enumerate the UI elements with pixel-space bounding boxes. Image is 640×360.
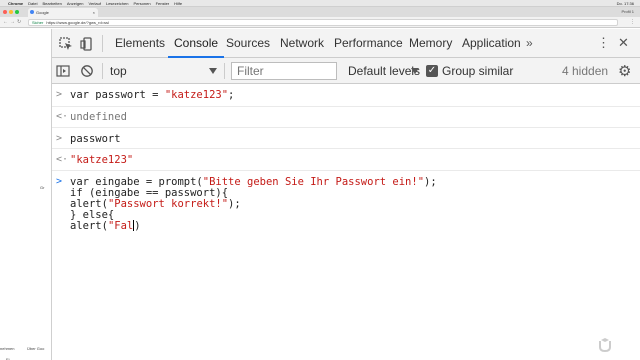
menu-item-personen[interactable]: Personen <box>133 1 150 6</box>
console-result-row: <· undefined <box>52 107 640 128</box>
page-link-fragment[interactable]: nehmen <box>0 346 14 351</box>
code-text: ); <box>228 198 241 210</box>
url-text: https://www.google.de/?gws_rd=ssl <box>46 20 109 25</box>
chrome-menu-icon[interactable]: ⋮ <box>630 19 635 25</box>
menu-item-lesezeichen[interactable]: Lesezeichen <box>106 1 128 6</box>
console-prompt[interactable]: > var eingabe = prompt("Bitte geben Sie … <box>52 171 640 232</box>
code-text: var passwort = <box>70 89 165 101</box>
page-link-fragment[interactable]: Über Goo <box>27 346 44 351</box>
zoom-window-icon[interactable] <box>15 10 19 14</box>
tab-sources[interactable]: Sources <box>226 29 270 58</box>
console-settings-gear-icon[interactable]: ⚙ <box>618 62 631 80</box>
tab-performance[interactable]: Performance <box>334 29 403 58</box>
watermark-logo <box>596 336 634 354</box>
device-toolbar-icon[interactable] <box>80 37 94 51</box>
browser-tab-strip: Google × Profil 1 <box>0 7 640 17</box>
reload-icon[interactable]: ↻ <box>17 19 21 25</box>
minimize-window-icon[interactable] <box>9 10 13 14</box>
menu-item-datei[interactable]: Datei <box>28 1 37 6</box>
macos-menu-bar: Chrome Datei Bearbeiten Anzeigen Verlauf… <box>0 0 640 7</box>
toolbar-divider <box>102 35 103 52</box>
profile-button[interactable]: Profil 1 <box>622 9 634 14</box>
browser-toolbar: ← → ↻ Sicher https://www.google.de/?gws_… <box>0 17 640 28</box>
chevron-down-icon[interactable] <box>209 68 217 74</box>
console-result: undefined <box>70 111 127 123</box>
menu-item-fenster[interactable]: Fenster <box>156 1 170 6</box>
menubar-clock[interactable]: Do. 17:36 <box>617 1 634 6</box>
page-text-fragment: Gr <box>40 185 45 190</box>
code-text: alert( <box>70 220 108 232</box>
devtools-menu-icon[interactable]: ⋮ <box>597 36 610 50</box>
code-string: "Passwort korrekt!" <box>107 198 229 210</box>
code-string: "katze123" <box>164 89 229 101</box>
code-string: "Bitte geben Sie Ihr Passwort ein!" <box>202 176 425 188</box>
devtools-panel: Elements Console Sources Network Perform… <box>52 29 640 360</box>
devtools-tab-bar: Elements Console Sources Network Perform… <box>52 29 640 58</box>
tab-elements[interactable]: Elements <box>115 29 165 58</box>
toolbar-divider <box>224 63 225 79</box>
code-string: "Fal <box>107 220 134 232</box>
code-text: ; <box>228 89 235 101</box>
show-sidebar-icon[interactable] <box>56 64 70 78</box>
console-result-row: <· "katze123" <box>52 149 640 171</box>
result-arrow-icon: <· <box>56 111 69 122</box>
filter-input[interactable]: Filter <box>231 62 337 80</box>
input-prompt-icon: > <box>56 176 63 187</box>
browser-tab-google[interactable]: Google × <box>28 8 98 17</box>
console-code: var passwort = "katze123"; <box>70 89 234 101</box>
menu-item-verlauf[interactable]: Verlauf <box>89 1 101 6</box>
console-input-row: > var passwort = "katze123"; <box>52 84 640 107</box>
menu-item-hilfe[interactable]: Hilfe <box>174 1 182 6</box>
console-output[interactable]: > var passwort = "katze123"; <· undefine… <box>52 84 640 360</box>
toolbar-divider <box>102 63 103 79</box>
context-selector[interactable]: top <box>110 58 127 84</box>
console-input-row: > passwort <box>52 128 640 149</box>
tab-console[interactable]: Console <box>167 29 225 58</box>
forward-icon[interactable]: → <box>10 19 15 25</box>
input-prompt-icon: > <box>56 89 63 100</box>
hidden-messages-count: 4 hidden <box>562 64 609 78</box>
clear-console-icon[interactable] <box>80 64 94 78</box>
tab-memory[interactable]: Memory <box>409 29 452 58</box>
console-result: "katze123" <box>70 154 134 166</box>
google-favicon-icon <box>30 10 34 14</box>
close-tab-icon[interactable]: × <box>93 10 95 15</box>
window-controls <box>3 10 19 14</box>
tab-network[interactable]: Network <box>280 29 324 58</box>
console-toolbar: top Filter Default levels ✓ Group simila… <box>52 58 640 84</box>
close-devtools-icon[interactable]: ✕ <box>618 35 629 51</box>
close-window-icon[interactable] <box>3 10 7 14</box>
chevron-down-icon[interactable] <box>411 68 419 74</box>
tab-application[interactable]: Application <box>462 29 521 58</box>
menu-app-name[interactable]: Chrome <box>8 1 23 6</box>
log-levels-dropdown[interactable]: Default levels <box>348 58 420 84</box>
menu-item-bearbeiten[interactable]: Bearbeiten <box>42 1 61 6</box>
tab-title: Google <box>36 10 49 15</box>
group-similar-checkbox[interactable]: ✓ <box>426 65 438 77</box>
inspect-element-icon[interactable] <box>59 37 73 51</box>
webpage-content: Gr nehmen Über Goo Ei <box>0 29 52 360</box>
result-arrow-icon: <· <box>56 154 69 165</box>
prompt-line: alert("Fal) <box>70 220 141 232</box>
back-icon[interactable]: ← <box>3 19 8 25</box>
code-text: ) <box>134 220 141 232</box>
secure-label: Sicher <box>32 20 44 25</box>
console-code: passwort <box>70 133 121 145</box>
address-bar[interactable]: Sicher https://www.google.de/?gws_rd=ssl <box>28 19 618 26</box>
input-prompt-icon: > <box>56 133 63 144</box>
code-text: ); <box>424 176 437 188</box>
more-tabs-icon[interactable]: » <box>526 29 533 58</box>
menu-item-anzeigen[interactable]: Anzeigen <box>67 1 84 6</box>
group-similar-label[interactable]: Group similar <box>442 58 513 84</box>
